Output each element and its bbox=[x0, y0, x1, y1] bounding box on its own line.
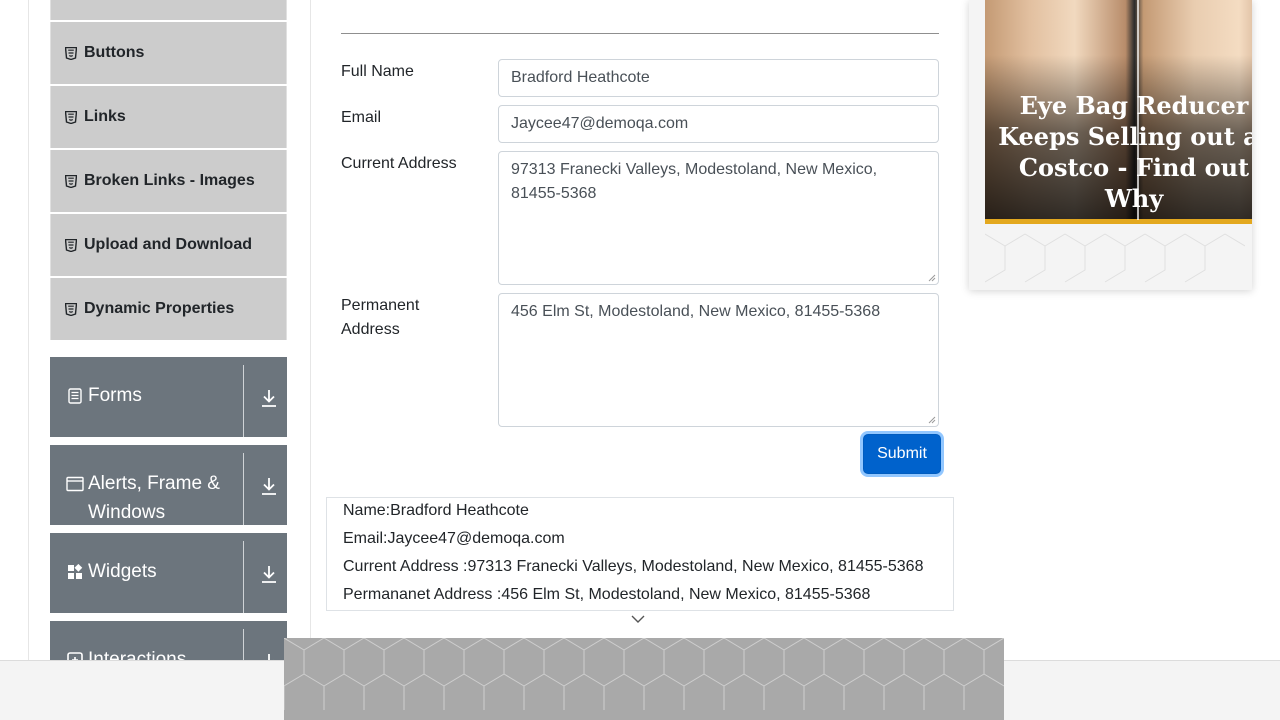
download-icon[interactable] bbox=[259, 563, 279, 585]
output-email: Email:Jaycee47@demoqa.com bbox=[343, 530, 565, 547]
html5-icon bbox=[65, 46, 77, 60]
sidebar-item-previous[interactable] bbox=[50, 0, 287, 20]
advertisement[interactable]: Eye Bag Reducer Keeps Selling out at Cos… bbox=[969, 0, 1252, 290]
sidebar-group-alerts-frame-windows[interactable]: Alerts, Frame & Windows bbox=[50, 445, 287, 525]
permanent-address-value: 456 Elm St, Modestoland, New Mexico, 814… bbox=[511, 303, 881, 320]
sidebar-item-links[interactable]: Links bbox=[50, 86, 287, 148]
submit-button[interactable]: Submit bbox=[863, 434, 941, 474]
download-icon[interactable] bbox=[259, 475, 279, 497]
sidebar-group-label: Alerts, Frame & Windows bbox=[88, 473, 220, 523]
sidebar-group-widgets[interactable]: Widgets bbox=[50, 533, 287, 613]
html5-icon bbox=[65, 110, 77, 124]
widgets-icon bbox=[66, 563, 84, 581]
html5-icon bbox=[65, 238, 77, 252]
divider bbox=[243, 541, 244, 613]
sidebar-item-label: Links bbox=[84, 108, 126, 125]
ad-headline[interactable]: Eye Bag Reducer Keeps Selling out at Cos… bbox=[989, 90, 1252, 214]
output-panel: Name:Bradford Heathcote Email:Jaycee47@d… bbox=[326, 497, 954, 611]
sidebar-item-label: Dynamic Properties bbox=[84, 300, 235, 317]
sidebar-item-broken-links[interactable]: Broken Links - Images bbox=[50, 150, 287, 212]
sidebar-group-label: Forms bbox=[88, 385, 142, 406]
sidebar-item-label: Broken Links - Images bbox=[84, 172, 255, 189]
banner-pattern bbox=[284, 638, 1004, 710]
divider bbox=[243, 365, 244, 437]
full-name-input[interactable]: Bradford Heathcote bbox=[498, 59, 939, 97]
permanent-address-textarea[interactable]: 456 Elm St, Modestoland, New Mexico, 814… bbox=[498, 293, 939, 427]
full-name-label: Full Name bbox=[341, 63, 414, 80]
output-permanent-address: Permananet Address :456 Elm St, Modestol… bbox=[343, 586, 871, 603]
sidebar-item-dynamic-properties[interactable]: Dynamic Properties bbox=[50, 278, 287, 340]
current-address-value: 97313 Franecki Valleys, Modestoland, New… bbox=[511, 161, 878, 202]
html5-icon bbox=[65, 302, 77, 316]
current-address-label: Current Address bbox=[341, 155, 457, 172]
sidebar-item-label: Upload and Download bbox=[84, 236, 252, 253]
bottom-banner-ad[interactable] bbox=[284, 638, 1004, 720]
current-address-textarea[interactable]: 97313 Franecki Valleys, Modestoland, New… bbox=[498, 151, 939, 285]
sidebar-item-upload-download[interactable]: Upload and Download bbox=[50, 214, 287, 276]
sidebar-group-label: Widgets bbox=[88, 561, 157, 582]
html5-icon bbox=[65, 174, 77, 188]
ad-pattern bbox=[985, 233, 1245, 283]
output-current-address: Current Address :97313 Franecki Valleys,… bbox=[343, 558, 924, 575]
full-name-value: Bradford Heathcote bbox=[511, 69, 650, 86]
resize-handle-icon[interactable] bbox=[928, 416, 936, 424]
page: Buttons Links Broken Links - Images Uplo… bbox=[0, 0, 1280, 720]
email-value: Jaycee47@demoqa.com bbox=[511, 115, 689, 132]
email-input[interactable]: Jaycee47@demoqa.com bbox=[498, 105, 939, 143]
sidebar-item-label: Buttons bbox=[84, 44, 145, 61]
download-icon[interactable] bbox=[259, 387, 279, 409]
email-label: Email bbox=[341, 109, 382, 126]
permanent-address-label: Permanent Address bbox=[341, 297, 420, 338]
form-icon bbox=[66, 387, 84, 405]
sidebar-item-buttons[interactable]: Buttons bbox=[50, 22, 287, 84]
resize-handle-icon[interactable] bbox=[928, 274, 936, 282]
window-icon bbox=[66, 475, 84, 493]
sidebar-group-forms[interactable]: Forms bbox=[50, 357, 287, 437]
output-name: Name:Bradford Heathcote bbox=[343, 502, 529, 519]
chevron-down-icon[interactable] bbox=[630, 612, 646, 626]
form-divider bbox=[341, 33, 939, 34]
divider bbox=[243, 453, 244, 525]
